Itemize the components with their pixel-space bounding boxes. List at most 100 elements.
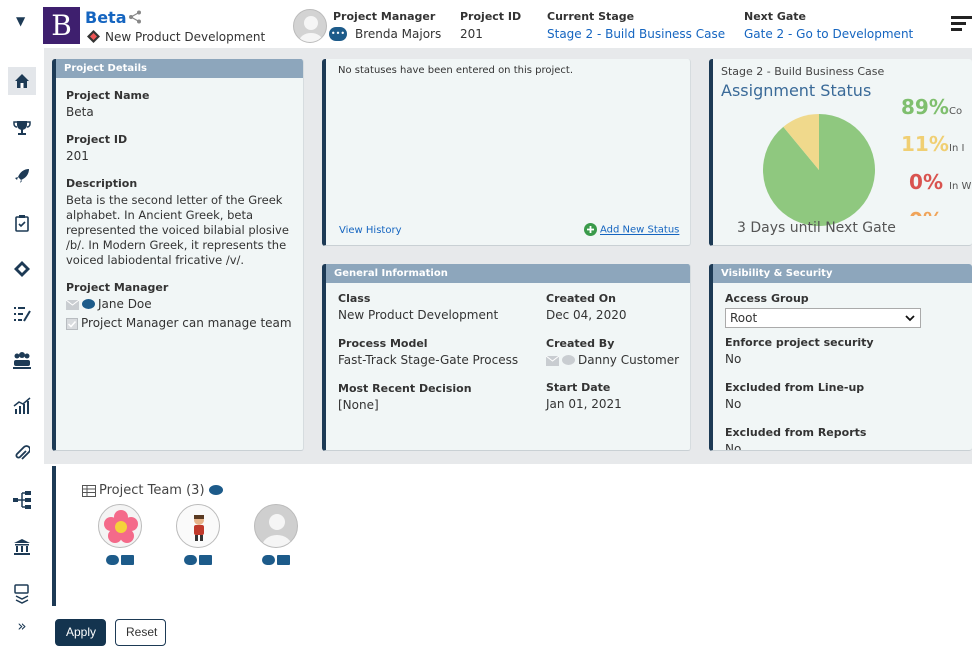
paperclip-icon[interactable] xyxy=(8,439,36,467)
rocket-icon[interactable] xyxy=(8,162,36,190)
project-manager-avatar[interactable] xyxy=(293,9,327,43)
current-stage-link[interactable]: Stage 2 - Build Business Case xyxy=(547,27,725,41)
enforce-security-value: No xyxy=(725,352,742,366)
trophy-icon[interactable] xyxy=(8,114,36,142)
legend-label: Co xyxy=(949,106,963,117)
email-icon[interactable] xyxy=(66,299,79,310)
project-team-heading: Project Team (3) xyxy=(82,483,226,498)
table-icon xyxy=(82,484,96,497)
project-manager-row: Jane Doe xyxy=(66,297,293,312)
reset-button[interactable]: Reset xyxy=(115,619,166,646)
apply-button[interactable]: Apply xyxy=(55,619,106,646)
contact-card-icon[interactable] xyxy=(277,554,290,565)
chevron-down-icon xyxy=(905,309,915,334)
expand-panel-icon[interactable] xyxy=(8,580,36,608)
chat-icon[interactable]: ••• xyxy=(329,27,347,41)
chat-icon[interactable] xyxy=(82,299,95,310)
created-by-label: Created By xyxy=(546,337,615,350)
team-member[interactable] xyxy=(176,504,220,566)
assignment-status-panel: Stage 2 - Build Business Case Assignment… xyxy=(709,59,972,246)
view-history-link[interactable]: View History xyxy=(339,225,402,236)
project-logo: B xyxy=(43,7,80,44)
team-member[interactable] xyxy=(254,504,298,566)
team-icon[interactable] xyxy=(8,346,36,374)
created-by-value: Danny Customer xyxy=(578,353,680,367)
project-id-label: Project ID xyxy=(66,133,128,146)
access-group-select[interactable]: Root xyxy=(725,308,921,328)
email-icon[interactable] xyxy=(546,355,559,366)
project-manager-value: Jane Doe xyxy=(98,297,152,311)
general-information-panel: General Information Class New Product De… xyxy=(322,264,691,451)
chat-icon[interactable] xyxy=(208,485,223,496)
project-team-title: Project Team (3) xyxy=(99,483,205,498)
next-gate-link[interactable]: Gate 2 - Go to Development xyxy=(744,27,913,41)
created-on-value: Dec 04, 2020 xyxy=(546,308,627,322)
manage-team-label: Project Manager can manage team xyxy=(81,316,292,330)
access-group-label: Access Group xyxy=(725,292,809,305)
avatar[interactable] xyxy=(254,504,298,548)
project-id-value: 201 xyxy=(66,149,89,163)
clipboard-icon[interactable] xyxy=(8,209,36,237)
project-header: ▼ B Beta New Product Development ••• Pro… xyxy=(0,0,972,52)
add-new-status-link[interactable]: Add New Status xyxy=(584,223,679,236)
enforce-security-label: Enforce project security xyxy=(725,336,874,349)
member-actions xyxy=(98,552,142,566)
start-date-value: Jan 01, 2021 xyxy=(546,397,622,411)
stage-title: Stage 2 - Build Business Case xyxy=(721,65,885,78)
visibility-security-title: Visibility & Security xyxy=(713,264,972,283)
list-edit-icon[interactable] xyxy=(8,300,36,328)
project-class: New Product Development xyxy=(105,30,266,44)
gate-diamond-icon[interactable] xyxy=(8,255,36,283)
general-information-title: General Information xyxy=(326,264,690,283)
excluded-reports-label: Excluded from Reports xyxy=(725,426,867,439)
assignment-pie-chart xyxy=(763,114,875,226)
hierarchy-icon[interactable] xyxy=(8,486,36,514)
legend-item: 0%N xyxy=(901,208,956,216)
project-class-icon xyxy=(87,30,100,43)
visibility-security-panel: Visibility & Security Access Group Root … xyxy=(709,264,972,451)
days-until-gate: 3 Days until Next Gate xyxy=(737,220,896,236)
chat-icon[interactable] xyxy=(106,554,119,565)
chat-icon[interactable] xyxy=(562,355,575,366)
home-icon[interactable] xyxy=(8,67,36,95)
created-on-label: Created On xyxy=(546,292,616,305)
class-label: Class xyxy=(338,292,371,305)
status-panel: No statuses have been entered on this pr… xyxy=(322,59,691,246)
excluded-lineup-label: Excluded from Line-up xyxy=(725,381,865,394)
legend-percent: 11% xyxy=(901,132,949,156)
add-new-status-label: Add New Status xyxy=(600,224,680,236)
legend-label: In W xyxy=(949,181,972,192)
avatar[interactable] xyxy=(176,504,220,548)
bank-icon[interactable] xyxy=(8,533,36,561)
project-manager-label: Project Manager xyxy=(333,10,436,23)
default-avatar-icon xyxy=(262,514,292,547)
legend-percent: 0% xyxy=(901,208,943,216)
manage-team-row: Project Manager can manage team xyxy=(66,316,293,331)
flower-icon xyxy=(104,510,138,543)
member-actions xyxy=(254,552,298,566)
process-model-value: Fast-Track Stage-Gate Process xyxy=(338,353,519,367)
share-icon[interactable] xyxy=(128,10,142,28)
chart-icon[interactable] xyxy=(8,392,36,420)
double-chevron-right-icon[interactable]: » xyxy=(8,612,36,640)
current-stage-label: Current Stage xyxy=(547,10,635,23)
legend-percent: 89% xyxy=(901,95,949,119)
project-id-label: Project ID xyxy=(460,10,522,23)
contact-card-icon[interactable] xyxy=(199,554,212,565)
project-details-panel: Project Details Project Name Beta Projec… xyxy=(52,59,304,451)
menu-icon[interactable] xyxy=(951,16,972,34)
description-label: Description xyxy=(66,177,138,190)
team-member[interactable] xyxy=(98,504,142,566)
chat-icon[interactable] xyxy=(184,554,197,565)
project-team-section: Project Team (3) xyxy=(52,466,972,606)
chat-icon[interactable] xyxy=(262,554,275,565)
avatar[interactable] xyxy=(98,504,142,548)
project-name-value: Beta xyxy=(66,105,94,119)
collapse-arrow-icon[interactable]: ▼ xyxy=(16,14,25,28)
project-id-value: 201 xyxy=(460,27,483,41)
contact-card-icon[interactable] xyxy=(121,554,134,565)
left-nav: » xyxy=(0,52,43,656)
access-group-value: Root xyxy=(730,311,758,325)
project-name: Beta xyxy=(85,8,127,27)
next-gate-label: Next Gate xyxy=(744,10,807,23)
